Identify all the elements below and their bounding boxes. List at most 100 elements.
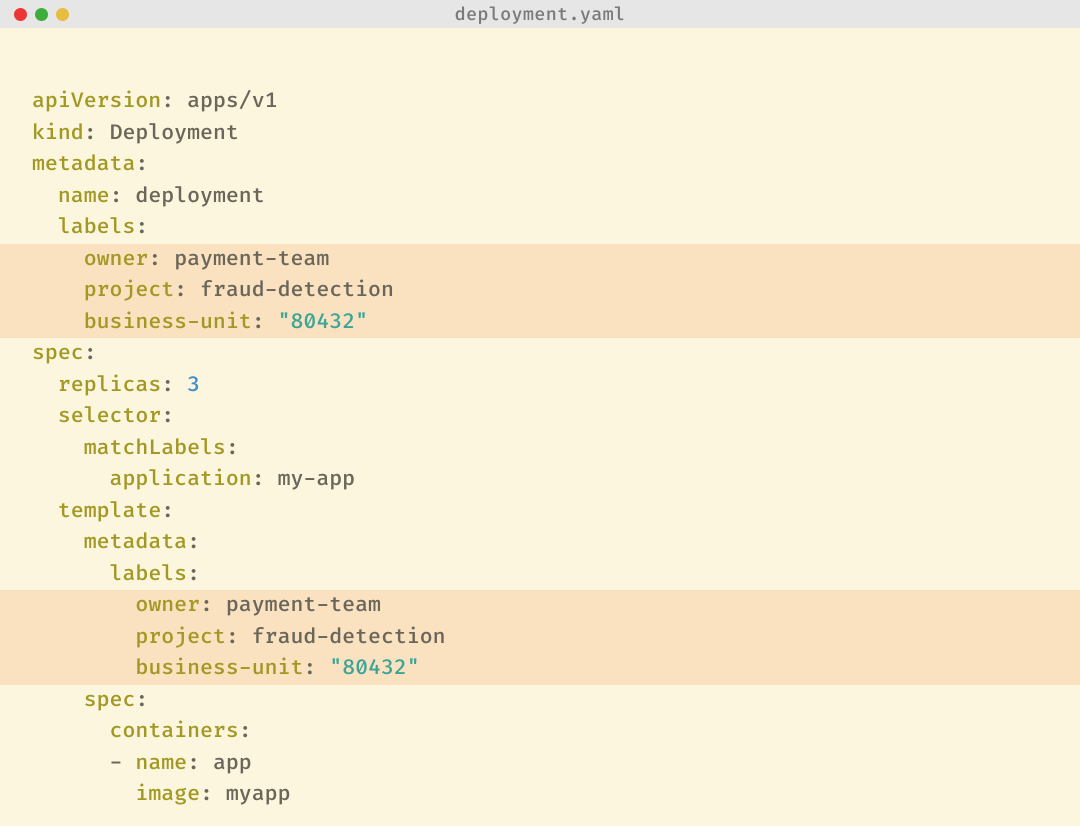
token-key: business-unit xyxy=(84,310,252,335)
token-val: fraud-detection xyxy=(187,278,394,303)
token-key: selector xyxy=(58,404,161,429)
token-punc: : xyxy=(252,467,265,492)
code-line[interactable]: labels: xyxy=(0,212,1080,244)
token-val xyxy=(32,625,135,650)
token-val xyxy=(32,593,135,618)
token-val: Deployment xyxy=(97,121,239,146)
token-key: application xyxy=(110,467,252,492)
traffic-lights xyxy=(0,8,69,21)
code-line[interactable]: spec: xyxy=(0,685,1080,717)
code-line[interactable]: owner: payment-team xyxy=(0,590,1080,622)
minimize-icon[interactable] xyxy=(35,8,48,21)
token-val xyxy=(32,247,84,272)
code-line[interactable]: template: xyxy=(0,496,1080,528)
token-val xyxy=(32,184,58,209)
code-line[interactable]: metadata: xyxy=(0,149,1080,181)
token-punc: : xyxy=(161,373,174,398)
code-line[interactable]: image: myapp xyxy=(0,779,1080,811)
code-line[interactable]: selector: xyxy=(0,401,1080,433)
code-line[interactable]: - name: app xyxy=(0,748,1080,780)
code-line[interactable]: kind: Deployment xyxy=(0,118,1080,150)
token-key: project xyxy=(84,278,174,303)
token-val xyxy=(32,688,84,713)
token-val xyxy=(32,436,84,461)
token-val xyxy=(32,310,84,335)
token-val xyxy=(32,499,58,524)
token-val xyxy=(32,404,58,429)
token-punc: : xyxy=(200,782,213,807)
code-line[interactable]: project: fraud-detection xyxy=(0,622,1080,654)
token-val xyxy=(316,656,329,681)
editor-window: deployment.yaml apiVersion: apps/v1kind:… xyxy=(0,0,1080,826)
maximize-icon[interactable] xyxy=(56,8,69,21)
window-title: deployment.yaml xyxy=(455,3,626,26)
token-str: "80432" xyxy=(278,310,368,335)
token-val xyxy=(32,373,58,398)
code-line[interactable]: project: fraud-detection xyxy=(0,275,1080,307)
code-line[interactable]: containers: xyxy=(0,716,1080,748)
token-val: deployment xyxy=(123,184,265,209)
token-val xyxy=(32,278,84,303)
code-editor[interactable]: apiVersion: apps/v1kind: Deploymentmetad… xyxy=(0,28,1080,811)
token-punc: : xyxy=(174,278,187,303)
token-key: project xyxy=(135,625,225,650)
token-punc: : xyxy=(161,404,174,429)
token-punc: : xyxy=(187,751,200,776)
token-val xyxy=(32,656,135,681)
token-punc: : xyxy=(303,656,316,681)
code-line[interactable]: spec: xyxy=(0,338,1080,370)
token-punc: : xyxy=(148,247,161,272)
code-line[interactable]: apiVersion: apps/v1 xyxy=(0,86,1080,118)
code-line[interactable]: owner: payment-team xyxy=(0,244,1080,276)
token-key: apiVersion xyxy=(32,89,161,114)
token-str: "80432" xyxy=(329,656,419,681)
token-key: kind xyxy=(32,121,84,146)
code-line[interactable]: business-unit: "80432" xyxy=(0,307,1080,339)
code-line[interactable]: matchLabels: xyxy=(0,433,1080,465)
token-punc: : xyxy=(252,310,265,335)
token-val: my-app xyxy=(265,467,355,492)
token-val: myapp xyxy=(213,782,291,807)
token-key: template xyxy=(58,499,161,524)
token-key: metadata xyxy=(84,530,187,555)
token-key: labels xyxy=(110,562,188,587)
close-icon[interactable] xyxy=(14,8,27,21)
code-line[interactable]: business-unit: "80432" xyxy=(0,653,1080,685)
code-line[interactable]: metadata: xyxy=(0,527,1080,559)
token-punc: : xyxy=(200,593,213,618)
token-key: name xyxy=(135,751,187,776)
token-punc: : xyxy=(84,341,97,366)
token-punc: : xyxy=(187,530,200,555)
token-key: image xyxy=(135,782,200,807)
token-val xyxy=(174,373,187,398)
titlebar: deployment.yaml xyxy=(0,0,1080,28)
token-key: containers xyxy=(110,719,239,744)
token-val xyxy=(265,310,278,335)
token-val xyxy=(32,530,84,555)
token-key: matchLabels xyxy=(84,436,226,461)
token-key: business-unit xyxy=(135,656,303,681)
token-val: fraud-detection xyxy=(239,625,446,650)
token-key: owner xyxy=(135,593,200,618)
token-key: replicas xyxy=(58,373,161,398)
token-val: - xyxy=(32,751,135,776)
code-line[interactable]: replicas: 3 xyxy=(0,370,1080,402)
code-line[interactable]: application: my-app xyxy=(0,464,1080,496)
token-val xyxy=(32,719,110,744)
token-key: owner xyxy=(84,247,149,272)
token-val xyxy=(32,562,110,587)
token-punc: : xyxy=(239,719,252,744)
token-val: payment-team xyxy=(161,247,329,272)
token-val: apps/v1 xyxy=(174,89,277,114)
token-num: 3 xyxy=(187,373,200,398)
code-line[interactable]: name: deployment xyxy=(0,181,1080,213)
token-punc: : xyxy=(135,152,148,177)
token-val: payment-team xyxy=(213,593,381,618)
token-key: metadata xyxy=(32,152,135,177)
token-punc: : xyxy=(110,184,123,209)
token-val xyxy=(32,215,58,240)
token-punc: : xyxy=(84,121,97,146)
token-val xyxy=(32,467,110,492)
code-line[interactable]: labels: xyxy=(0,559,1080,591)
token-punc: : xyxy=(161,89,174,114)
